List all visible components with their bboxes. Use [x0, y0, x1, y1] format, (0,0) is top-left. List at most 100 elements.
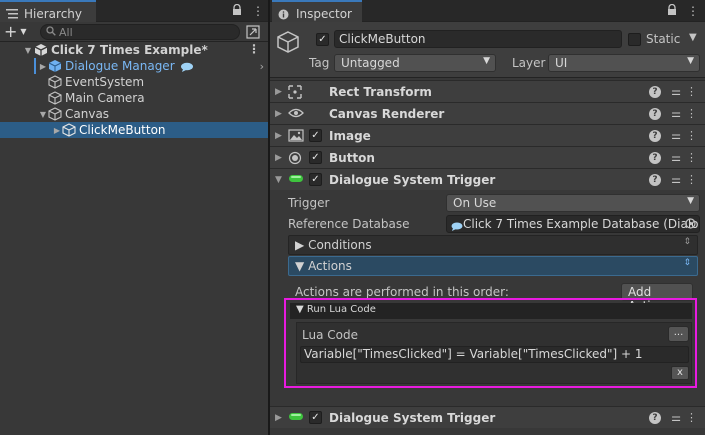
up-down-icon: ⇕ — [683, 237, 691, 247]
layer-label: Layer — [512, 56, 546, 70]
database-icon — [451, 220, 463, 231]
component-enabled-checkbox[interactable]: ✓ — [309, 173, 322, 186]
tab-inspector-label: Inspector — [296, 6, 352, 21]
radio-button-icon — [288, 151, 304, 165]
component-dialogue-system-trigger[interactable]: ▼ ✓ Dialogue System Trigger ? ⚌ ⋮ — [270, 168, 705, 190]
create-button[interactable]: + ▼ — [4, 23, 34, 41]
layer-dropdown[interactable]: UI ▼ — [548, 54, 700, 72]
component-enabled-checkbox[interactable]: ✓ — [309, 129, 322, 142]
search-icon — [46, 25, 56, 39]
image-icon — [288, 128, 304, 143]
search-input[interactable] — [59, 25, 219, 39]
component-image[interactable]: ▶ ✓ Image ? ⚌ ⋮ — [270, 124, 705, 146]
plus-icon: + — [4, 22, 18, 41]
component-menu-icon[interactable]: ⋮ — [686, 107, 697, 120]
component-name: Dialogue System Trigger — [329, 172, 496, 187]
help-icon[interactable]: ? — [649, 173, 661, 186]
kebab-menu-icon[interactable]: ⋮ — [252, 4, 264, 18]
search-box[interactable] — [40, 24, 240, 40]
trigger-dropdown[interactable]: On Use ▼ — [446, 194, 700, 212]
tab-inspector[interactable]: Inspector — [272, 0, 362, 22]
gameobject-cube-icon — [48, 107, 62, 121]
scene-visibility-icon[interactable] — [246, 25, 260, 39]
kebab-menu-icon[interactable]: ⋮ — [687, 4, 699, 18]
component-menu-icon[interactable]: ⋮ — [686, 85, 697, 98]
layer-value: UI — [555, 56, 568, 70]
static-checkbox[interactable] — [628, 33, 641, 46]
static-dropdown-icon[interactable]: ▼ — [689, 32, 697, 43]
scene-menu-icon[interactable]: ⋮ — [248, 42, 260, 56]
green-pill-icon — [288, 173, 304, 187]
component-menu-icon[interactable]: ⋮ — [686, 129, 697, 142]
chevron-right-icon[interactable]: › — [260, 60, 264, 73]
tab-hierarchy[interactable]: Hierarchy — [0, 0, 96, 22]
lock-icon[interactable] — [232, 3, 242, 19]
preset-sliders-icon[interactable]: ⚌ — [671, 411, 681, 424]
scene-name: Click 7 Times Example* — [51, 43, 208, 57]
fold-closed-icon[interactable]: ▶ — [275, 413, 282, 423]
help-icon[interactable]: ? — [649, 107, 661, 120]
help-icon[interactable]: ? — [649, 411, 661, 424]
info-icon — [278, 9, 290, 19]
fold-open-icon[interactable]: ▼ — [0, 110, 48, 119]
fold-open-icon[interactable]: ▼ — [275, 175, 282, 185]
database-value: Click 7 Times Example Database (Dialog — [463, 217, 700, 231]
active-checkbox[interactable]: ✓ — [316, 33, 329, 46]
preset-sliders-icon[interactable]: ⚌ — [671, 173, 681, 186]
conditions-foldout[interactable]: ▶ Conditions ⇕ — [288, 235, 698, 255]
component-menu-icon[interactable]: ⋮ — [686, 411, 697, 424]
tree-item-clickmebutton[interactable]: ▶ ClickMeButton — [0, 122, 268, 138]
fold-open-icon: ▼ — [295, 259, 305, 273]
fold-closed-icon: ▶ — [295, 238, 305, 252]
fold-closed-icon[interactable]: ▶ — [275, 109, 282, 119]
tree-item-dialogue-manager[interactable]: ▶ Dialogue Manager › — [0, 58, 268, 74]
lock-icon[interactable] — [667, 3, 677, 19]
green-pill-icon — [288, 411, 304, 425]
component-dialogue-system-trigger-2[interactable]: ▶ ✓ Dialogue System Trigger ? ⚌ ⋮ — [270, 406, 705, 428]
tag-dropdown[interactable]: Untagged ▼ — [334, 54, 496, 72]
component-menu-icon[interactable]: ⋮ — [686, 173, 697, 186]
component-canvas-renderer[interactable]: ▶ Canvas Renderer ? ⚌ ⋮ — [270, 102, 705, 124]
component-rect-transform[interactable]: ▶ Rect Transform ? ⚌ ⋮ — [270, 80, 705, 102]
tree-item-label: EventSystem — [65, 75, 145, 89]
fold-closed-icon[interactable]: ▶ — [275, 87, 282, 97]
gameobject-cube-icon — [62, 123, 76, 137]
preset-sliders-icon[interactable]: ⚌ — [671, 129, 681, 142]
tab-hierarchy-label: Hierarchy — [24, 6, 83, 21]
unity-scene-icon — [34, 43, 48, 57]
help-icon[interactable]: ? — [649, 129, 661, 142]
inspector-tabbar: Inspector ⋮ — [270, 0, 705, 22]
component-enabled-checkbox[interactable]: ✓ — [309, 411, 322, 424]
reference-database-field[interactable]: Click 7 Times Example Database (Dialog — [446, 215, 700, 233]
tree-item-canvas[interactable]: ▼ Canvas — [0, 106, 268, 122]
component-button[interactable]: ▶ ✓ Button ? ⚌ ⋮ — [270, 146, 705, 168]
conditions-label: Conditions — [308, 238, 372, 252]
caret-down-icon: ▼ — [20, 27, 27, 36]
object-picker-icon[interactable] — [685, 218, 696, 232]
component-menu-icon[interactable]: ⋮ — [686, 151, 697, 164]
fold-closed-icon[interactable]: ▶ — [0, 126, 62, 135]
fold-closed-icon[interactable]: ▶ — [275, 131, 282, 141]
preset-sliders-icon[interactable]: ⚌ — [671, 151, 681, 164]
highlight-annotation — [284, 298, 697, 388]
fold-closed-icon[interactable]: ▶ — [275, 153, 282, 163]
caret-down-icon: ▼ — [687, 196, 694, 206]
preset-sliders-icon[interactable]: ⚌ — [671, 107, 681, 120]
component-name: Image — [329, 128, 371, 143]
preset-sliders-icon[interactable]: ⚌ — [671, 85, 681, 98]
help-icon[interactable]: ? — [649, 85, 661, 98]
actions-foldout[interactable]: ▼ Actions ⇕ — [288, 256, 698, 276]
help-icon[interactable]: ? — [649, 151, 661, 164]
actions-label: Actions — [308, 259, 352, 273]
tree-item-eventsystem[interactable]: EventSystem — [0, 74, 268, 90]
fold-closed-icon[interactable]: ▶ — [0, 62, 48, 71]
tree-item-main-camera[interactable]: Main Camera — [0, 90, 268, 106]
scene-row[interactable]: ▼ Click 7 Times Example* ⋮ — [0, 42, 268, 58]
object-name-field[interactable]: ClickMeButton — [334, 30, 622, 48]
component-enabled-checkbox[interactable]: ✓ — [309, 151, 322, 164]
hierarchy-tabbar: Hierarchy ⋮ — [0, 0, 268, 22]
list-icon — [6, 8, 18, 19]
tree-item-label: Dialogue Manager — [65, 59, 175, 73]
dialogue-bubble-icon — [180, 61, 194, 72]
fold-open-icon[interactable]: ▼ — [0, 46, 34, 55]
